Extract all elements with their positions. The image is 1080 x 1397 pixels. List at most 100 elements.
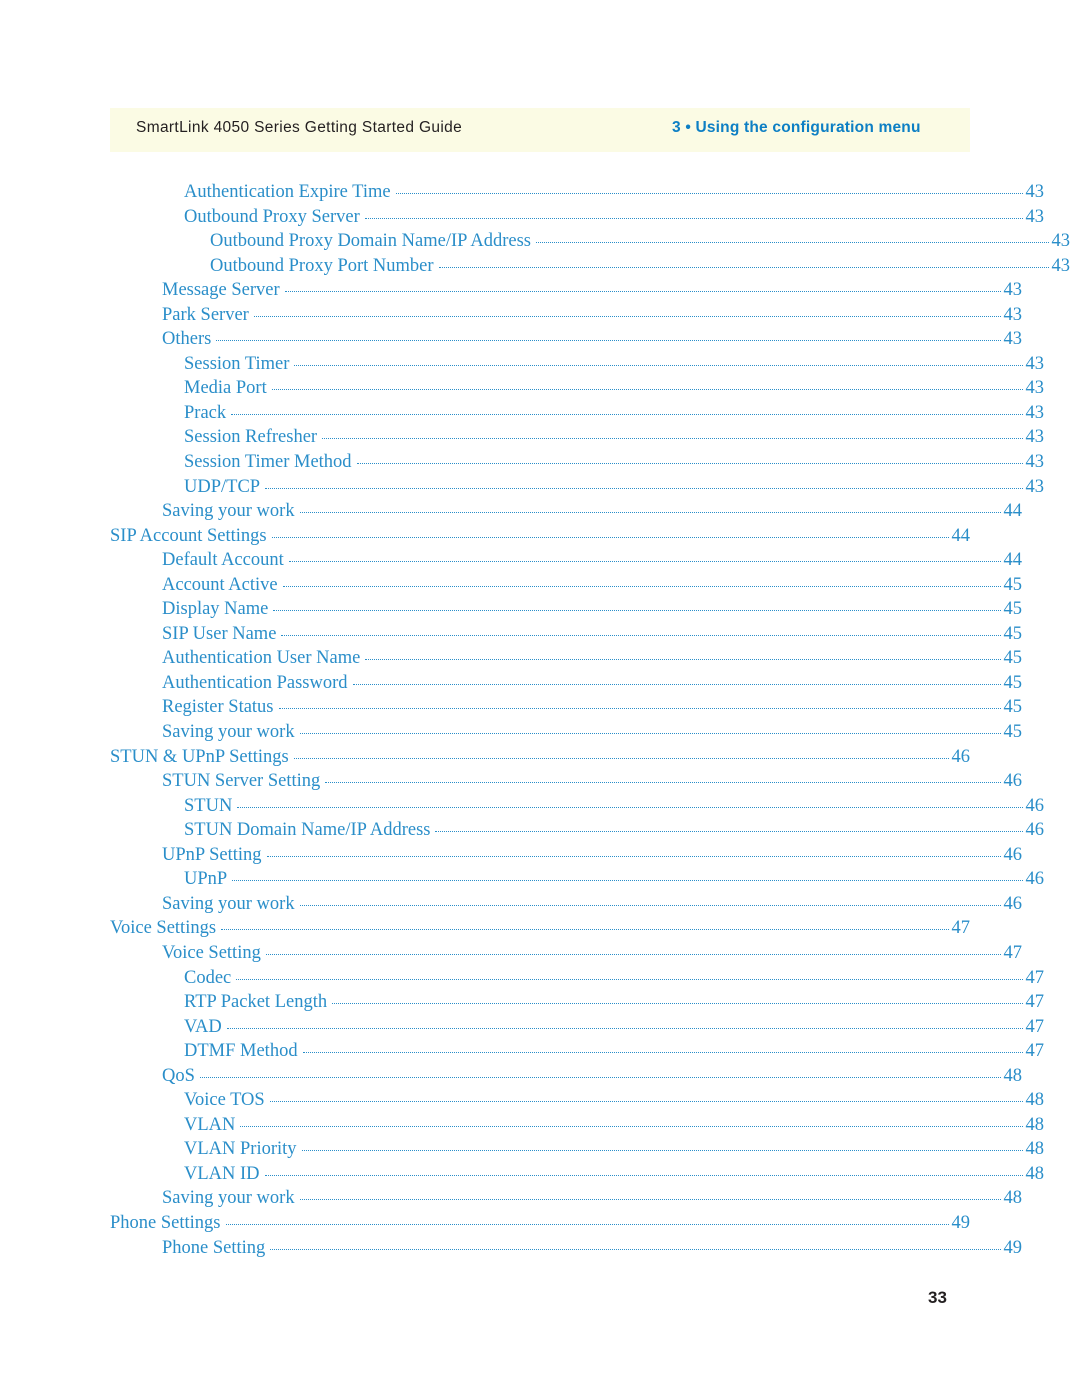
toc-entry[interactable]: SIP Account Settings 44 (110, 526, 970, 551)
toc-entry[interactable]: Saving your work 45 (110, 722, 1022, 747)
toc-entry-label: VAD (184, 1016, 222, 1037)
toc-entry-page: 43 (1003, 280, 1023, 301)
toc-leader-dots (253, 315, 1001, 317)
toc-entry[interactable]: VLAN Priority 48 (110, 1139, 1044, 1164)
toc-entry[interactable]: STUN Server Setting 46 (110, 771, 1022, 796)
toc-entry[interactable]: Prack 43 (110, 403, 1044, 428)
toc-entry-label: Session Refresher (184, 427, 318, 448)
toc-entry-label: Phone Setting (162, 1237, 266, 1258)
toc-entry[interactable]: Outbound Proxy Port Number 43 (110, 256, 1070, 281)
toc-entry-page: 43 (1051, 231, 1071, 252)
toc-entry[interactable]: STUN Domain Name/IP Address 46 (110, 820, 1044, 845)
toc-entry-label: Voice Setting (162, 942, 261, 963)
toc-leader-dots (271, 536, 949, 538)
toc-entry[interactable]: Message Server 43 (110, 280, 1022, 305)
toc-entry[interactable]: Authentication Expire Time 43 (110, 182, 1044, 207)
toc-entry[interactable]: Session Refresher 43 (110, 427, 1044, 452)
toc-entry-page: 44 (1003, 550, 1023, 571)
toc-entry[interactable]: QoS 48 (110, 1066, 1022, 1091)
toc-entry-label: STUN Domain Name/IP Address (184, 820, 431, 841)
toc-entry[interactable]: VLAN ID 48 (110, 1164, 1044, 1189)
toc-leader-dots (236, 978, 1023, 980)
toc-entry-page: 46 (951, 746, 971, 767)
toc-entry-label: RTP Packet Length (184, 992, 328, 1013)
toc-entry[interactable]: Park Server 43 (110, 305, 1022, 330)
toc-leader-dots (352, 683, 1001, 685)
toc-entry-label: Message Server (162, 280, 280, 301)
toc-entry[interactable]: RTP Packet Length 47 (110, 992, 1044, 1017)
toc-entry-page: 43 (1025, 182, 1045, 202)
toc-entry-label: Voice Settings (110, 918, 217, 939)
toc-entry-page: 43 (1025, 402, 1045, 423)
toc-entry[interactable]: Authentication User Name 45 (110, 648, 1022, 673)
toc-leader-dots (288, 560, 1001, 563)
toc-entry[interactable]: Voice Setting 47 (110, 943, 1022, 968)
toc-leader-dots (281, 634, 1001, 636)
toc-entry-label: VLAN ID (184, 1163, 260, 1184)
toc-entry-label: Outbound Proxy Domain Name/IP Address (210, 231, 531, 252)
toc-entry-label: STUN Server Setting (162, 771, 321, 792)
toc-entry[interactable]: Display Name 45 (110, 599, 1022, 624)
toc-entry[interactable]: Saving your work 48 (110, 1188, 1022, 1213)
toc-entry-label: UPnP Setting (162, 844, 262, 865)
table-of-contents: Authentication Expire Time 43 Outbound Pro… (110, 182, 1070, 1262)
toc-entry[interactable]: Outbound Proxy Server 43 (110, 207, 1044, 232)
toc-entry-page: 46 (1003, 844, 1023, 865)
toc-leader-dots (284, 290, 1001, 293)
toc-leader-dots (273, 609, 1001, 612)
toc-entry-page: 48 (1025, 1114, 1045, 1135)
toc-entry-label: VLAN Priority (184, 1139, 297, 1160)
toc-entry[interactable]: UPnP 46 (110, 869, 1044, 894)
toc-entry-label: Session Timer Method (184, 452, 352, 473)
toc-entry-page: 43 (1025, 452, 1045, 473)
toc-entry-label: Phone Settings (110, 1212, 221, 1233)
toc-entry[interactable]: UPnP Setting 46 (110, 845, 1022, 870)
toc-entry[interactable]: Voice TOS 48 (110, 1090, 1044, 1115)
toc-entry[interactable]: Default Account 44 (110, 550, 1022, 575)
toc-leader-dots (237, 806, 1023, 808)
toc-entry[interactable]: Saving your work 46 (110, 894, 1022, 919)
toc-entry[interactable]: Outbound Proxy Domain Name/IP Address 43 (110, 231, 1070, 256)
toc-leader-dots (269, 1100, 1023, 1103)
toc-entry-label: Display Name (162, 599, 269, 620)
toc-entry-page: 43 (1025, 476, 1045, 497)
toc-entry-label: STUN & UPnP Settings (110, 746, 289, 767)
toc-entry[interactable]: Authentication Password 45 (110, 673, 1022, 698)
toc-entry[interactable]: Session Timer 43 (110, 354, 1044, 379)
toc-entry-label: Default Account (162, 550, 284, 571)
toc-entry[interactable]: DTMF Method 47 (110, 1041, 1044, 1066)
toc-entry[interactable]: Account Active 45 (110, 575, 1022, 600)
toc-leader-dots (232, 879, 1023, 882)
toc-entry-page: 49 (1003, 1237, 1023, 1258)
toc-entry[interactable]: Codec 47 (110, 968, 1044, 993)
toc-entry[interactable]: VAD 47 (110, 1017, 1044, 1042)
toc-entry-label: Account Active (162, 574, 278, 595)
toc-entry-page: 48 (1025, 1090, 1045, 1111)
toc-entry-label: Register Status (162, 697, 274, 718)
toc-entry-label: Outbound Proxy Server (184, 206, 360, 227)
toc-entry[interactable]: STUN & UPnP Settings 46 (110, 747, 970, 772)
toc-entry-label: Authentication Expire Time (184, 182, 391, 202)
toc-entry[interactable]: Saving your work 44 (110, 501, 1022, 526)
toc-entry-page: 43 (1051, 255, 1071, 276)
toc-leader-dots (265, 953, 1001, 955)
toc-entry[interactable]: SIP User Name 45 (110, 624, 1022, 649)
toc-leader-dots (240, 1125, 1023, 1127)
toc-entry[interactable]: UDP/TCP 43 (110, 477, 1044, 502)
toc-leader-dots (294, 364, 1023, 366)
toc-entry[interactable]: Session Timer Method 43 (110, 452, 1044, 477)
toc-entry[interactable]: Register Status 45 (110, 697, 1022, 722)
toc-entry[interactable]: STUN 46 (110, 796, 1044, 821)
toc-entry-page: 45 (1003, 722, 1023, 743)
toc-entry-page: 44 (1003, 501, 1023, 522)
toc-entry[interactable]: Phone Settings 49 (110, 1213, 970, 1238)
toc-entry[interactable]: Voice Settings 47 (110, 918, 970, 943)
toc-leader-dots (226, 1027, 1023, 1029)
toc-entry[interactable]: Phone Setting 49 (110, 1238, 1022, 1263)
toc-entry-label: SIP Account Settings (110, 525, 267, 546)
toc-leader-dots (199, 1076, 1001, 1078)
toc-entry[interactable]: Others 43 (110, 329, 1022, 354)
toc-entry[interactable]: VLAN 48 (110, 1115, 1044, 1140)
toc-entry-label: VLAN (184, 1114, 236, 1135)
toc-entry[interactable]: Media Port 43 (110, 378, 1044, 403)
